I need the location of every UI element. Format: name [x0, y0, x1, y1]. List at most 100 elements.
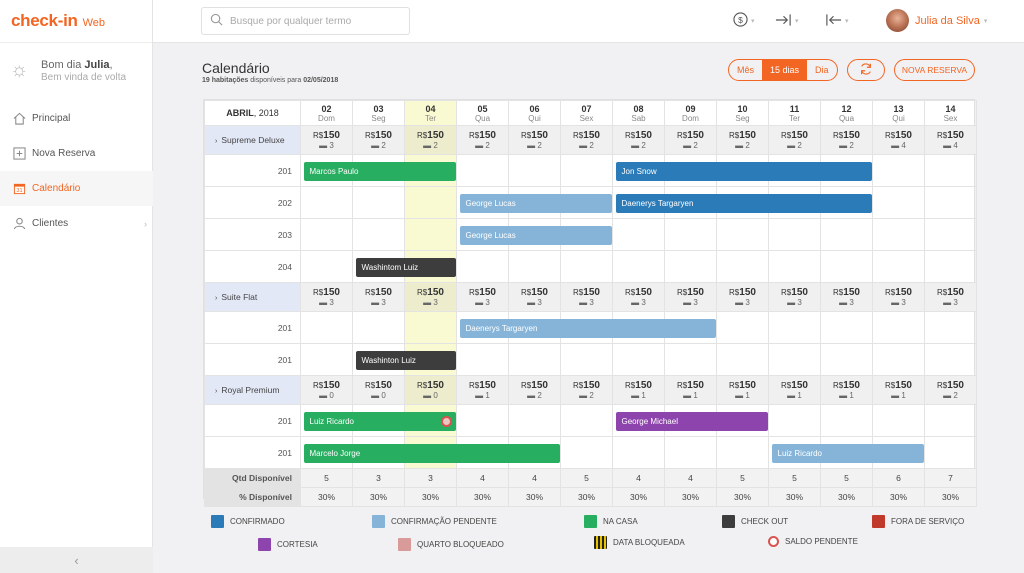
- reservation-bar[interactable]: Washinton Luiz: [355, 351, 456, 370]
- date-header-cell[interactable]: 02 Dom: [300, 100, 353, 126]
- rate-cell[interactable]: R$150 ▬ 2: [560, 375, 613, 405]
- rate-cell[interactable]: R$150 ▬ 3: [352, 282, 405, 312]
- rate-cell[interactable]: R$150 ▬ 2: [768, 125, 821, 155]
- view-month-button[interactable]: Mês: [729, 60, 762, 80]
- reservation-bar[interactable]: George Lucas: [459, 194, 612, 213]
- day-cell[interactable]: [456, 154, 509, 187]
- day-cell[interactable]: [300, 311, 353, 344]
- reservation-bar[interactable]: George Lucas: [459, 226, 612, 245]
- day-cell[interactable]: [300, 186, 353, 219]
- day-cell[interactable]: [612, 436, 665, 469]
- day-cell[interactable]: [872, 404, 925, 437]
- date-header-cell[interactable]: 10 Seg: [716, 100, 769, 126]
- day-cell[interactable]: [508, 154, 561, 187]
- rate-cell[interactable]: R$150 ▬ 2: [924, 375, 977, 405]
- day-cell[interactable]: [924, 311, 977, 344]
- day-cell[interactable]: [872, 154, 925, 187]
- day-cell[interactable]: [872, 186, 925, 219]
- new-reservation-button[interactable]: NOVA RESERVA: [894, 59, 975, 81]
- day-cell[interactable]: [508, 343, 561, 376]
- view-day-button[interactable]: Dia: [807, 60, 837, 80]
- day-cell[interactable]: [456, 250, 509, 283]
- rate-cell[interactable]: R$150 ▬ 1: [456, 375, 509, 405]
- reservation-bar[interactable]: Marcelo Jorge: [303, 444, 560, 463]
- day-cell[interactable]: [924, 404, 977, 437]
- rate-cell[interactable]: R$150 ▬ 1: [872, 375, 925, 405]
- rate-cell[interactable]: R$150 ▬ 3: [872, 282, 925, 312]
- day-cell[interactable]: [768, 250, 821, 283]
- category-toggle[interactable]: › Supreme Deluxe: [204, 125, 301, 155]
- category-toggle[interactable]: › Royal Premium: [204, 375, 301, 405]
- refresh-button[interactable]: [847, 59, 885, 81]
- sidebar-collapse-button[interactable]: ‹: [0, 547, 153, 573]
- day-cell[interactable]: [820, 218, 873, 251]
- rate-cell[interactable]: R$150 ▬ 2: [612, 125, 665, 155]
- reservation-bar[interactable]: Marcos Paulo: [303, 162, 456, 181]
- date-header-cell[interactable]: 05 Qua: [456, 100, 509, 126]
- rate-cell[interactable]: R$150 ▬ 1: [768, 375, 821, 405]
- day-cell[interactable]: [300, 218, 353, 251]
- day-cell[interactable]: [560, 343, 613, 376]
- rate-cell[interactable]: R$150 ▬ 3: [924, 282, 977, 312]
- check-out-menu[interactable]: ▾: [825, 11, 849, 31]
- sidebar-item-nova-reserva[interactable]: Nova Reserva: [0, 136, 153, 171]
- rate-cell[interactable]: R$150 ▬ 3: [508, 282, 561, 312]
- day-cell[interactable]: [612, 250, 665, 283]
- day-cell[interactable]: [664, 436, 717, 469]
- day-cell[interactable]: [560, 436, 613, 469]
- day-cell[interactable]: [872, 218, 925, 251]
- date-header-cell[interactable]: 04 Ter: [404, 100, 457, 126]
- day-cell[interactable]: [612, 343, 665, 376]
- date-header-cell[interactable]: 09 Dom: [664, 100, 717, 126]
- rate-cell[interactable]: R$150 ▬ 2: [404, 125, 457, 155]
- reservation-bar[interactable]: George Michael: [615, 412, 768, 431]
- date-header-cell[interactable]: 12 Qua: [820, 100, 873, 126]
- rate-cell[interactable]: R$150 ▬ 2: [560, 125, 613, 155]
- day-cell[interactable]: [664, 343, 717, 376]
- day-cell[interactable]: [924, 154, 977, 187]
- app-logo[interactable]: check-in Web: [0, 0, 152, 43]
- day-cell[interactable]: [404, 186, 457, 219]
- rate-cell[interactable]: R$150 ▬ 2: [664, 125, 717, 155]
- check-in-menu[interactable]: ▾: [775, 11, 799, 31]
- day-cell[interactable]: [924, 218, 977, 251]
- rate-cell[interactable]: R$150 ▬ 1: [820, 375, 873, 405]
- rate-cell[interactable]: R$150 ▬ 3: [820, 282, 873, 312]
- date-header-cell[interactable]: 03 Seg: [352, 100, 405, 126]
- day-cell[interactable]: [404, 218, 457, 251]
- rate-cell[interactable]: R$150 ▬ 2: [352, 125, 405, 155]
- currency-menu[interactable]: $ ▾: [733, 11, 755, 31]
- day-cell[interactable]: [924, 250, 977, 283]
- rate-cell[interactable]: R$150 ▬ 2: [716, 125, 769, 155]
- day-cell[interactable]: [456, 343, 509, 376]
- reservation-bar[interactable]: Luiz Ricardo: [771, 444, 924, 463]
- rate-cell[interactable]: R$150 ▬ 0: [300, 375, 353, 405]
- day-cell[interactable]: [300, 343, 353, 376]
- day-cell[interactable]: [768, 343, 821, 376]
- rate-cell[interactable]: R$150 ▬ 3: [716, 282, 769, 312]
- day-cell[interactable]: [716, 343, 769, 376]
- rate-cell[interactable]: R$150 ▬ 2: [456, 125, 509, 155]
- day-cell[interactable]: [924, 186, 977, 219]
- reservation-bar[interactable]: Washintom Luiz: [355, 258, 456, 277]
- day-cell[interactable]: [716, 311, 769, 344]
- rate-cell[interactable]: R$150 ▬ 2: [508, 375, 561, 405]
- day-cell[interactable]: [716, 436, 769, 469]
- day-cell[interactable]: [768, 404, 821, 437]
- date-header-cell[interactable]: 13 Qui: [872, 100, 925, 126]
- day-cell[interactable]: [352, 186, 405, 219]
- rate-cell[interactable]: R$150 ▬ 3: [560, 282, 613, 312]
- day-cell[interactable]: [560, 154, 613, 187]
- rate-cell[interactable]: R$150 ▬ 0: [352, 375, 405, 405]
- reservation-bar[interactable]: Daenerys Targaryen: [615, 194, 872, 213]
- day-cell[interactable]: [820, 343, 873, 376]
- rate-cell[interactable]: R$150 ▬ 0: [404, 375, 457, 405]
- sidebar-item-clientes[interactable]: Clientes ›: [0, 206, 153, 241]
- day-cell[interactable]: [872, 343, 925, 376]
- search-box[interactable]: [201, 7, 410, 35]
- day-cell[interactable]: [664, 218, 717, 251]
- day-cell[interactable]: [508, 404, 561, 437]
- reservation-bar[interactable]: Jon Snow: [615, 162, 872, 181]
- day-cell[interactable]: [924, 343, 977, 376]
- rate-cell[interactable]: R$150 ▬ 2: [820, 125, 873, 155]
